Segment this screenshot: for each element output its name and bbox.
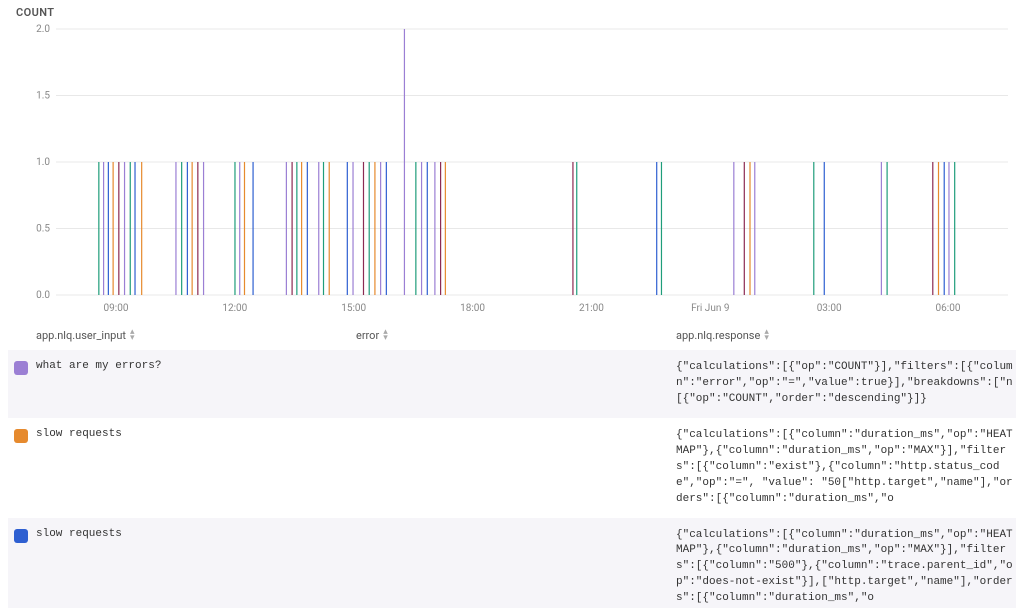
svg-text:12:00: 12:00 [222,303,247,314]
svg-text:0.0: 0.0 [36,290,50,301]
svg-text:21:00: 21:00 [579,303,604,314]
series-swatch [14,361,28,375]
response-cell: {"calculations":[{"op":"COUNT"}],"filter… [676,360,1016,408]
column-header-error[interactable]: error ▴▾ [356,329,676,342]
sort-icon: ▴▾ [764,330,769,341]
column-header-label: error [356,329,379,342]
column-header-response[interactable]: app.nlq.response ▴▾ [676,329,1016,342]
svg-text:2.0: 2.0 [36,24,50,35]
svg-text:1.0: 1.0 [36,157,50,168]
sort-icon: ▴▾ [383,330,388,341]
table-row[interactable]: slow requests {"calculations":[{"column":… [8,418,1016,518]
user-input-cell: slow requests [36,428,356,440]
sort-icon: ▴▾ [130,330,135,341]
user-input-cell: slow requests [36,528,356,540]
svg-text:18:00: 18:00 [460,303,485,314]
chart-title: COUNT [16,6,1016,19]
series-swatch [14,429,28,443]
table-header-row: app.nlq.user_input ▴▾ error ▴▾ app.nlq.r… [8,323,1016,350]
svg-text:15:00: 15:00 [341,303,366,314]
chart-svg: 0.0 0.5 1.0 1.5 2.0 09:00 12:00 15:00 18:00 21:00… [16,23,1016,323]
response-cell: {"calculations":[{"column":"duration_ms"… [676,528,1016,608]
svg-text:Fri Jun 9: Fri Jun 9 [691,303,729,314]
count-chart[interactable]: 0.00.51.01.52.009:0012:0015:0018:0021:00… [16,23,1016,303]
svg-text:06:00: 06:00 [936,303,961,314]
results-table: app.nlq.user_input ▴▾ error ▴▾ app.nlq.r… [8,323,1016,608]
response-cell: {"calculations":[{"column":"duration_ms"… [676,428,1016,508]
column-header-user-input[interactable]: app.nlq.user_input ▴▾ [36,329,356,342]
table-row[interactable]: what are my errors? {"calculations":[{"op… [8,350,1016,418]
svg-text:1.5: 1.5 [36,91,50,102]
column-header-label: app.nlq.user_input [36,329,126,342]
column-header-label: app.nlq.response [676,329,760,342]
svg-text:0.5: 0.5 [36,224,50,235]
svg-text:03:00: 03:00 [817,303,842,314]
user-input-cell: what are my errors? [36,360,356,372]
series-swatch [14,529,28,543]
table-row[interactable]: slow requests {"calculations":[{"column":… [8,518,1016,608]
svg-text:09:00: 09:00 [104,303,129,314]
